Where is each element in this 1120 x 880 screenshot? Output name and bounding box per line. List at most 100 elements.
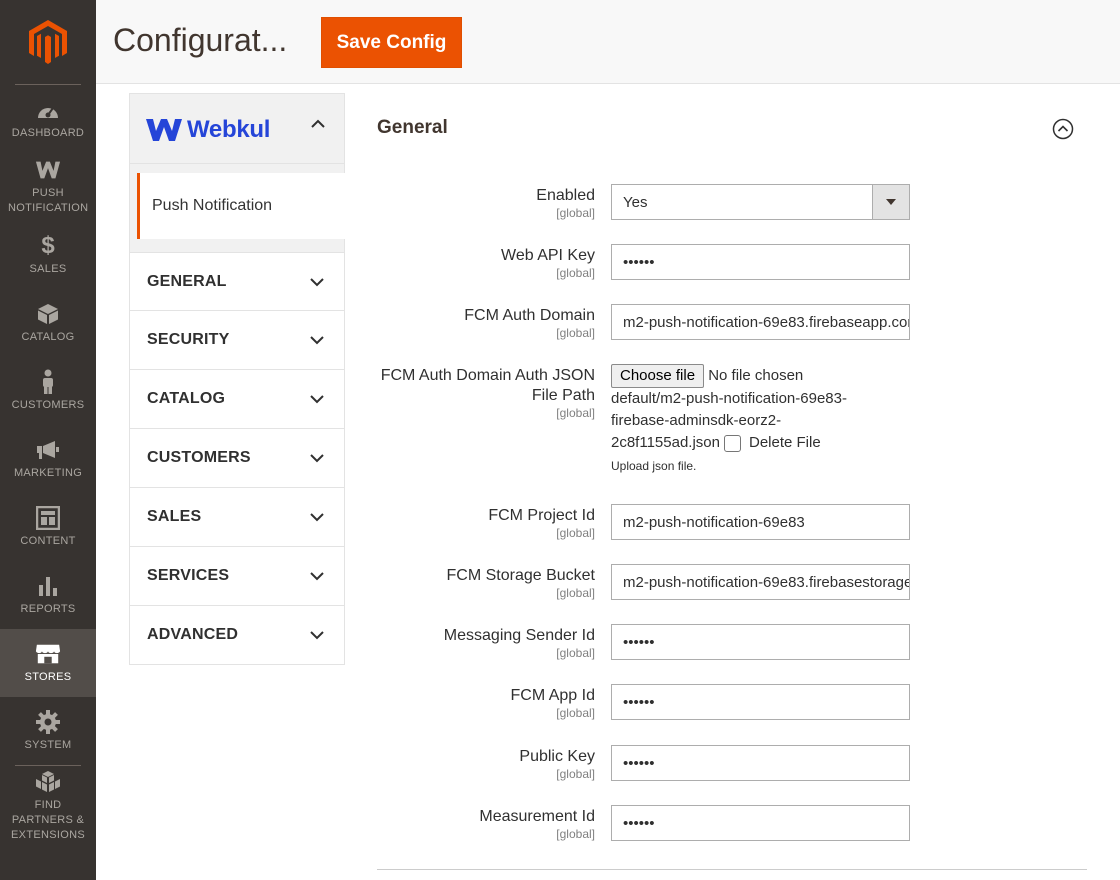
megaphone-icon xyxy=(35,438,61,462)
webkul-w-icon xyxy=(35,158,61,182)
brand-name: Webkul xyxy=(187,116,271,143)
field-label-text: FCM App Id xyxy=(510,687,595,704)
store-icon xyxy=(35,642,61,666)
field-label-text: FCM Auth Domain xyxy=(464,307,595,324)
config-tabs: Webkul Push Notification GENERAL SECURIT… xyxy=(129,93,345,665)
person-icon xyxy=(35,369,61,394)
magento-logo[interactable] xyxy=(0,0,96,84)
menu-item-catalog[interactable]: CATALOG xyxy=(0,289,96,357)
tab-group-label: SALES xyxy=(147,508,202,525)
tab-group-security[interactable]: SECURITY xyxy=(129,311,345,370)
scope-label: [global] xyxy=(556,586,595,600)
field-label-text: Public Key xyxy=(519,748,595,765)
menu-item-stores[interactable]: STORES xyxy=(0,629,96,697)
admin-menu: DASHBOARD PUSH NOTIFICATION $ SALES CATA… xyxy=(0,0,96,880)
scope-label: [global] xyxy=(556,326,595,340)
page-title: Configurat... xyxy=(113,22,288,58)
web-api-key-label: Web API Key [global] xyxy=(345,246,595,280)
choose-file-button[interactable]: Choose file xyxy=(611,364,705,388)
scope-label: [global] xyxy=(556,827,595,841)
section-divider xyxy=(377,869,1087,870)
menu-item-sales[interactable]: $ SALES xyxy=(0,221,96,289)
field-label-text: FCM Project Id xyxy=(488,507,595,524)
fcm-auth-domain-input[interactable]: m2-push-notification-69e83.firebaseapp.c… xyxy=(611,304,910,340)
file-path-line-2: firebase-adminsdk-eorz2- xyxy=(611,412,782,429)
menu-item-marketing[interactable]: MARKETING xyxy=(0,425,96,493)
tab-group-label: CUSTOMERS xyxy=(147,449,251,466)
tab-group-label: SERVICES xyxy=(147,567,230,584)
scope-label: [global] xyxy=(556,646,595,660)
menu-item-find-partners[interactable]: FIND PARTNERS & EXTENSIONS xyxy=(0,766,96,846)
tab-group-general[interactable]: GENERAL xyxy=(129,252,345,311)
menu-item-label: REPORTS xyxy=(20,602,76,615)
tab-group-sales[interactable]: SALES xyxy=(129,488,345,547)
tab-group-label: ADVANCED xyxy=(147,626,239,643)
scope-label: [global] xyxy=(556,767,595,781)
measurement-id-input[interactable]: •••••• xyxy=(611,805,910,841)
tab-groups: GENERAL SECURITY CATALOG CUSTOMERS SALES… xyxy=(129,252,345,665)
fcm-json-file-field: Choose file No file chosen default/m2-pu… xyxy=(611,364,901,473)
chevron-up-icon xyxy=(311,119,325,128)
tab-group-advanced[interactable]: ADVANCED xyxy=(129,606,345,665)
public-key-input[interactable]: •••••• xyxy=(611,745,910,781)
tab-webkul[interactable]: Webkul xyxy=(129,93,345,164)
menu-item-label: FIND PARTNERS & EXTENSIONS xyxy=(11,798,85,841)
file-status: No file chosen xyxy=(708,366,804,384)
dropdown-arrow-icon xyxy=(872,185,909,219)
tab-group-customers[interactable]: CUSTOMERS xyxy=(129,429,345,488)
field-label-text: FCM Auth Domain Auth JSON File Path xyxy=(380,367,595,404)
field-label-text: Measurement Id xyxy=(479,808,595,825)
messaging-sender-id-input[interactable]: •••••• xyxy=(611,624,910,660)
tab-group-label: SECURITY xyxy=(147,331,230,348)
menu-item-label: DASHBOARD xyxy=(11,126,85,139)
section-title[interactable]: General xyxy=(377,117,448,139)
chevron-down-icon xyxy=(310,336,324,345)
tab-group-catalog[interactable]: CATALOG xyxy=(129,370,345,429)
fcm-json-label: FCM Auth Domain Auth JSON File Path [glo… xyxy=(355,366,595,420)
menu-item-label: SYSTEM xyxy=(24,738,72,751)
select-value: Yes xyxy=(623,193,648,211)
fcm-project-id-input[interactable]: m2-push-notification-69e83 xyxy=(611,504,910,540)
tab-sub-items: Push Notification xyxy=(129,164,345,252)
enabled-select[interactable]: Yes xyxy=(611,184,910,220)
menu-item-reports[interactable]: REPORTS xyxy=(0,561,96,629)
bar-chart-icon xyxy=(35,574,61,598)
webkul-logo: Webkul xyxy=(146,116,270,144)
fcm-app-id-input[interactable]: •••••• xyxy=(611,684,910,720)
fcm-storage-bucket-input[interactable]: m2-push-notification-69e83.firebasestora… xyxy=(611,564,910,600)
tab-group-label: GENERAL xyxy=(147,272,227,290)
file-path-line-3[interactable]: 2c8f1155ad.json xyxy=(611,434,720,451)
menu-item-customers[interactable]: CUSTOMERS xyxy=(0,357,96,425)
delete-file-checkbox[interactable] xyxy=(723,434,741,452)
chevron-down-icon xyxy=(310,278,324,287)
scope-label: [global] xyxy=(556,526,595,540)
enabled-label: Enabled [global] xyxy=(345,186,595,220)
menu-item-dashboard[interactable]: DASHBOARD xyxy=(0,85,96,153)
chevron-down-icon xyxy=(310,395,324,404)
menu-item-label: STORES xyxy=(24,670,72,683)
menu-item-label: CONTENT xyxy=(20,534,76,547)
page-header: Configurat... Save Config xyxy=(96,0,1120,84)
tab-item-push-notification[interactable]: Push Notification xyxy=(137,173,345,239)
scope-label: [global] xyxy=(556,406,595,420)
menu-item-push-notification[interactable]: PUSH NOTIFICATION xyxy=(0,153,96,221)
scope-label: [global] xyxy=(556,706,595,720)
chevron-down-icon xyxy=(310,572,324,581)
messaging-sender-id-label: Messaging Sender Id [global] xyxy=(345,626,595,660)
tab-group-label: CATALOG xyxy=(147,390,226,407)
menu-item-system[interactable]: SYSTEM xyxy=(0,697,96,765)
menu-item-label: PUSH NOTIFICATION xyxy=(8,187,89,214)
dollar-icon: $ xyxy=(41,231,55,259)
layout-icon xyxy=(35,505,61,530)
scope-label: [global] xyxy=(556,266,595,280)
web-api-key-input[interactable]: •••••• xyxy=(611,244,910,280)
tab-group-services[interactable]: SERVICES xyxy=(129,547,345,606)
chevron-down-icon xyxy=(310,513,324,522)
menu-item-label: MARKETING xyxy=(13,466,83,479)
gear-icon xyxy=(35,709,61,734)
save-config-button[interactable]: Save Config xyxy=(321,17,462,68)
field-label-text: Messaging Sender Id xyxy=(443,627,595,644)
menu-item-content[interactable]: CONTENT xyxy=(0,493,96,561)
menu-item-label: CATALOG xyxy=(21,330,75,343)
collapse-section-icon[interactable] xyxy=(1052,118,1074,140)
